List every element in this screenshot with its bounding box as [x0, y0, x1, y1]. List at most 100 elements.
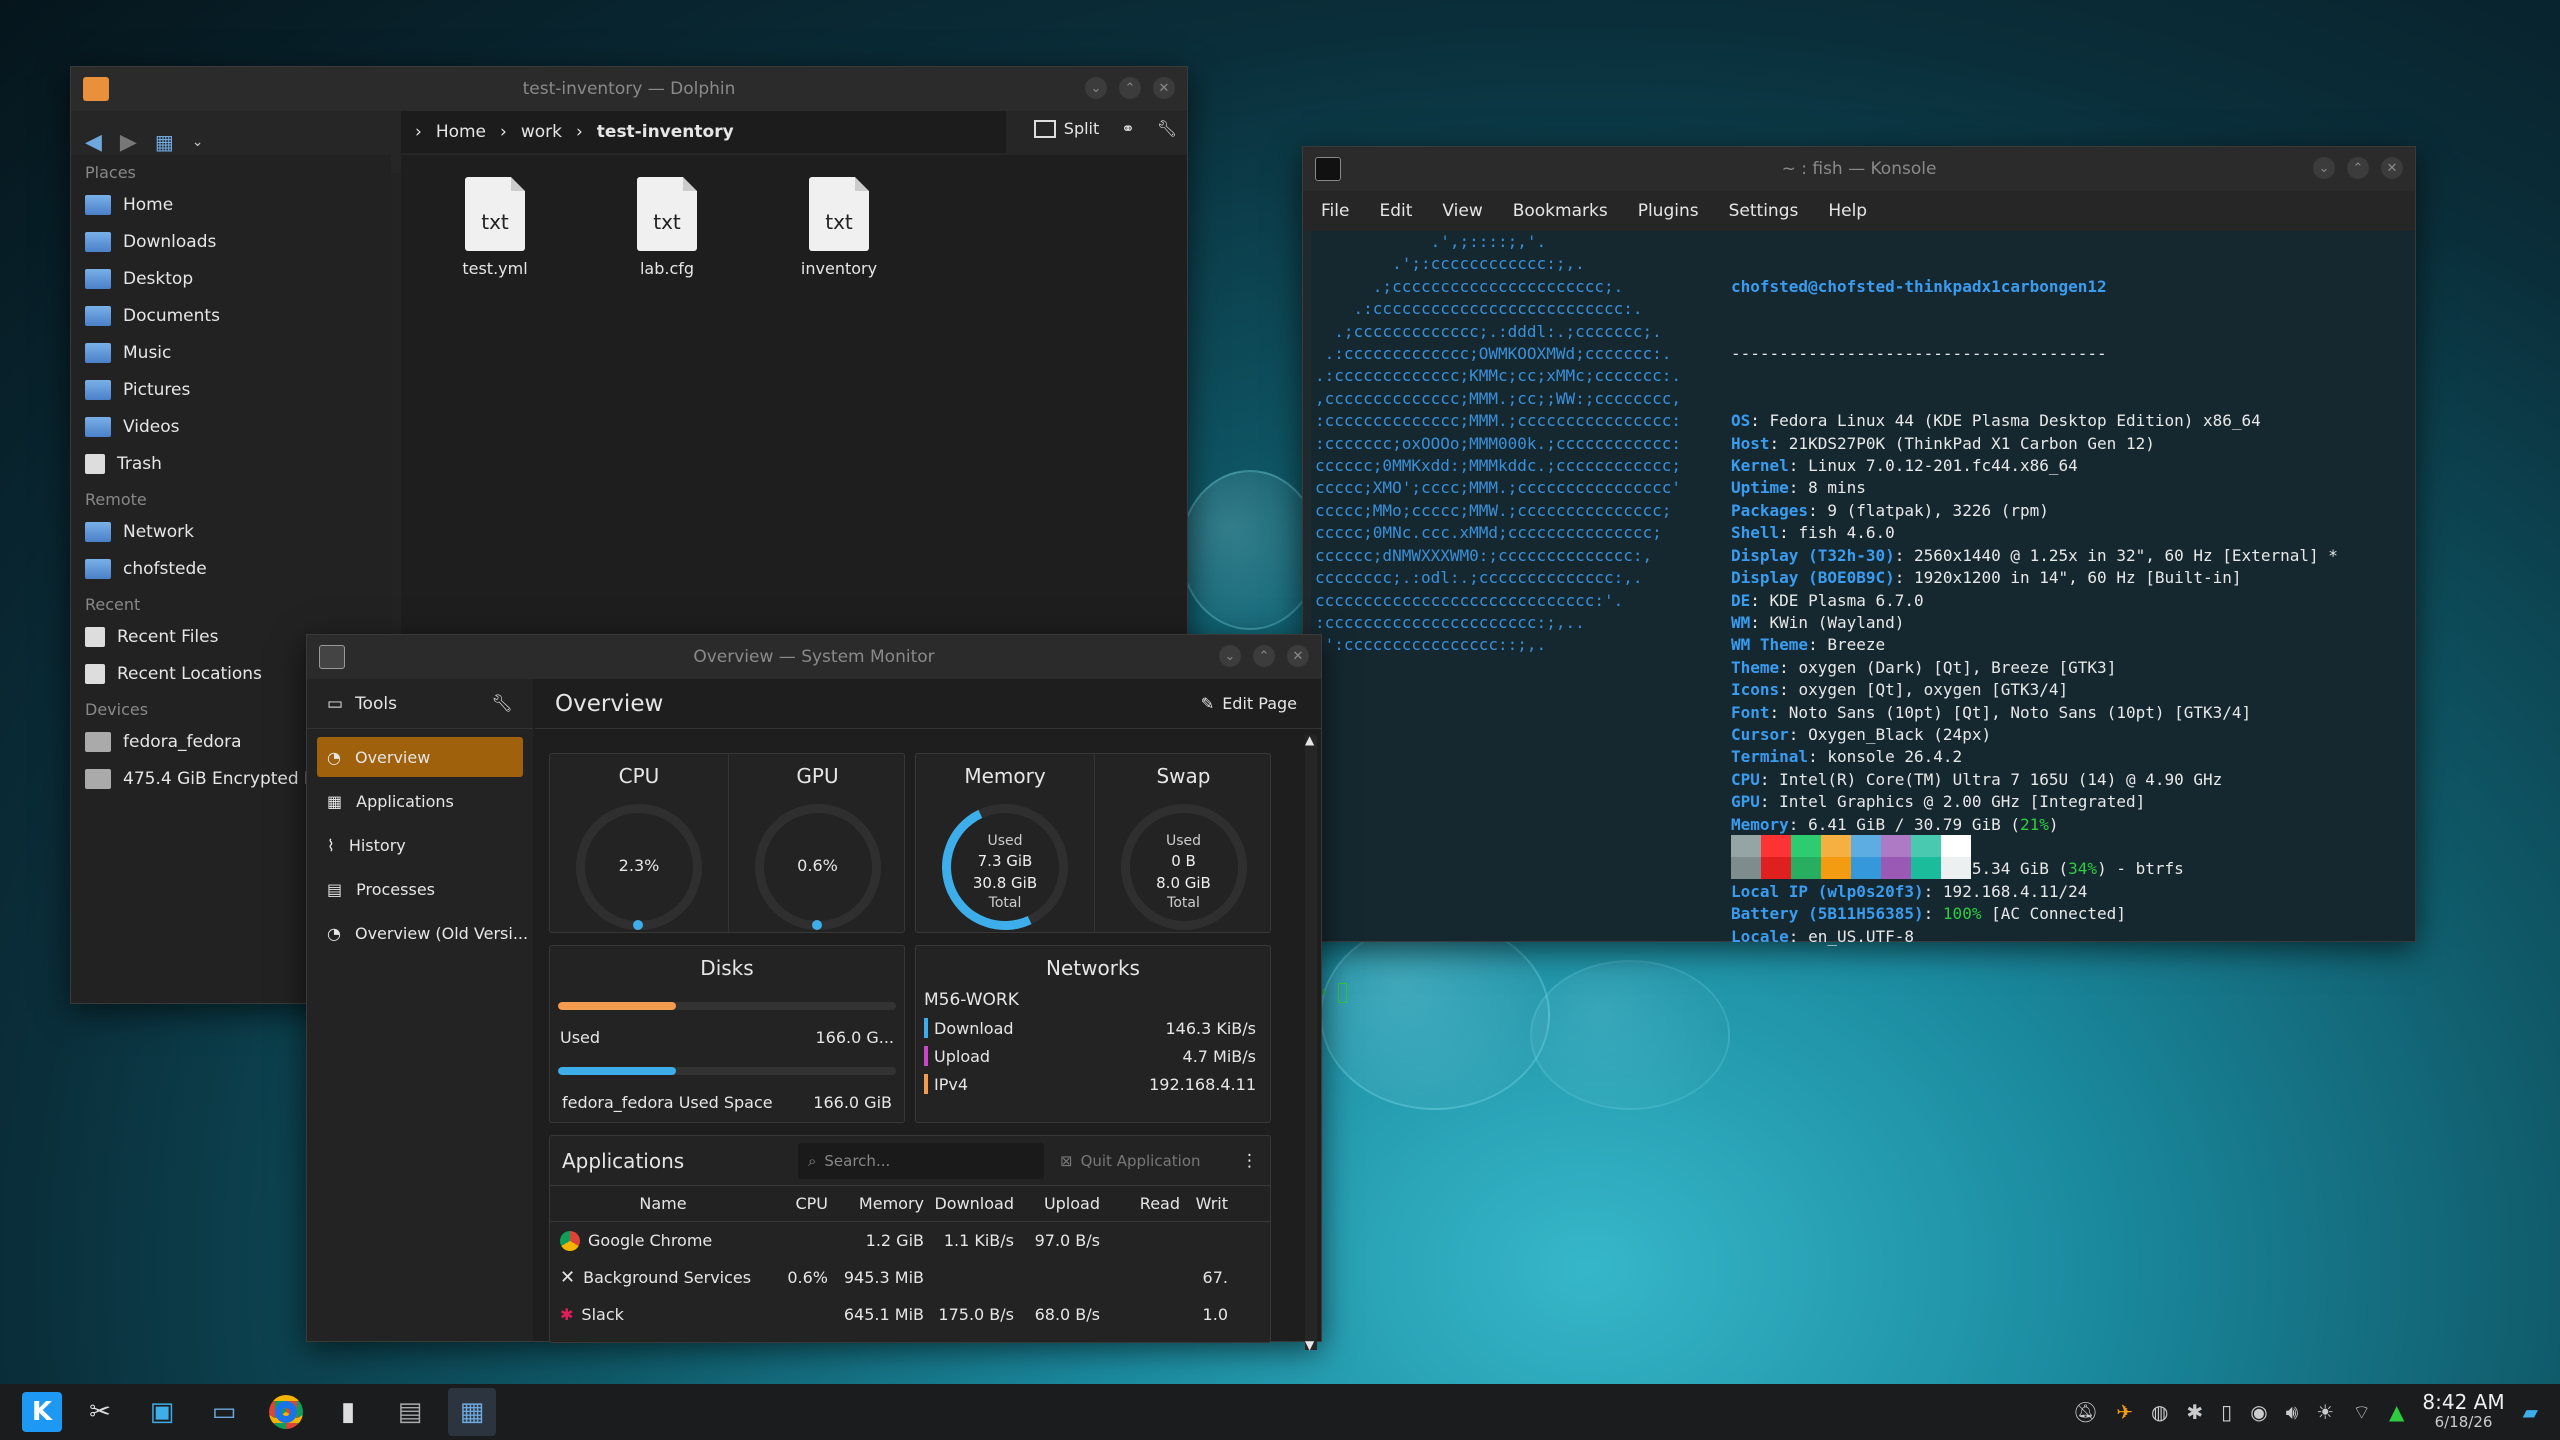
- column-header[interactable]: Download: [932, 1194, 1022, 1213]
- binoculars-icon[interactable]: ⚭: [1121, 119, 1134, 138]
- tools-icon[interactable]: ✂: [76, 1388, 124, 1436]
- scroll-down-icon[interactable]: ▼: [1305, 1338, 1314, 1352]
- dolphin-titlebar[interactable]: test-inventory — Dolphin ⌄ ⌃ ✕: [71, 67, 1187, 111]
- menu-bookmarks[interactable]: Bookmarks: [1513, 201, 1608, 221]
- breadcrumb-home[interactable]: Home: [436, 122, 486, 142]
- sidebar-item-downloads[interactable]: Downloads: [71, 223, 391, 260]
- color-swatch: [1881, 835, 1911, 857]
- menu-view[interactable]: View: [1442, 201, 1482, 221]
- table-row[interactable]: ✱ Slack 645.1 MiB 175.0 B/s 68.0 B/s 1.0: [550, 1296, 1270, 1333]
- breadcrumb-current[interactable]: test-inventory: [597, 122, 734, 142]
- sidebar-item-chofstede[interactable]: chofstede: [71, 550, 391, 587]
- sidebar-item-label: Trash: [117, 453, 162, 474]
- table-row[interactable]: Google Chrome 1.2 GiB 1.1 KiB/s 97.0 B/s: [550, 1222, 1270, 1259]
- more-options-icon[interactable]: ⋮: [1241, 1151, 1258, 1171]
- chevron-right-icon[interactable]: ›: [415, 122, 422, 142]
- menu-file[interactable]: File: [1321, 201, 1349, 221]
- clipboard-icon[interactable]: ▯: [2221, 1400, 2232, 1424]
- system-monitor-window[interactable]: Overview — System Monitor ⌄ ⌃ ✕ ▭ Tools …: [306, 634, 1322, 1352]
- sysmon-titlebar[interactable]: Overview — System Monitor ⌄ ⌃ ✕: [307, 635, 1321, 679]
- chevron-down-icon[interactable]: ⌄: [192, 134, 204, 150]
- sidebar-item-music[interactable]: Music: [71, 334, 391, 371]
- dolphin-icon[interactable]: ▭: [200, 1388, 248, 1436]
- scrollbar[interactable]: ▲ ▼: [1305, 733, 1317, 1352]
- menu-settings[interactable]: Settings: [1729, 201, 1799, 221]
- sidebar-item-pictures[interactable]: Pictures: [71, 371, 391, 408]
- forward-arrow-icon[interactable]: ▶︎: [120, 130, 137, 155]
- quit-application-button[interactable]: ⊠ Quit Application: [1060, 1152, 1225, 1170]
- globe-icon[interactable]: ◍: [2151, 1400, 2168, 1424]
- konsole-icon[interactable]: ▮: [324, 1388, 372, 1436]
- chrome-icon[interactable]: [262, 1388, 310, 1436]
- maximize-button[interactable]: ⌃: [1253, 645, 1275, 667]
- terminal-output[interactable]: .',;::::;,'. .';:cccccccccccc:;,. .;cccc…: [1311, 231, 2415, 1003]
- volume-icon[interactable]: 🔊︎: [2286, 1400, 2299, 1424]
- sidebar-item-trash[interactable]: Trash: [71, 445, 391, 482]
- nav-processes[interactable]: ▤ Processes: [317, 869, 523, 909]
- speedometer-icon: ◔: [327, 923, 341, 943]
- show-desktop-icon[interactable]: ▰: [2523, 1400, 2538, 1424]
- column-header[interactable]: CPU: [766, 1194, 836, 1213]
- sidebar-item-home[interactable]: Home: [71, 186, 391, 223]
- network-status-icon[interactable]: ▲: [2389, 1400, 2404, 1424]
- nav-overview[interactable]: ◔ Overview: [317, 737, 523, 777]
- column-header[interactable]: Read: [1108, 1194, 1188, 1213]
- back-arrow-icon[interactable]: ◀︎: [85, 130, 102, 155]
- slack-tray-icon[interactable]: ✱: [2186, 1400, 2203, 1424]
- discover-store-icon[interactable]: ▣: [138, 1388, 186, 1436]
- konsole-titlebar[interactable]: ~ : fish — Konsole ⌄ ⌃ ✕: [1303, 147, 2415, 191]
- minimize-button[interactable]: ⌄: [1085, 77, 1107, 99]
- minimize-button[interactable]: ⌄: [1219, 645, 1241, 667]
- tools-header[interactable]: ▭ Tools 🔧︎: [307, 679, 533, 729]
- wifi-icon[interactable]: ⌔: [2352, 1400, 2371, 1425]
- clock[interactable]: 8:42 AM 6/18/26: [2422, 1392, 2504, 1432]
- app-write: 67.: [1202, 1268, 1228, 1287]
- close-button[interactable]: ✕: [1287, 645, 1309, 667]
- close-button[interactable]: ✕: [2381, 157, 2403, 179]
- file-item[interactable]: txt lab.cfg: [607, 177, 727, 278]
- media-icon[interactable]: ◉: [2250, 1400, 2267, 1424]
- file-item[interactable]: txt inventory: [779, 177, 899, 278]
- brightness-icon[interactable]: ☀: [2316, 1400, 2334, 1424]
- scroll-up-icon[interactable]: ▲: [1305, 733, 1314, 747]
- file-item[interactable]: txt test.yml: [435, 177, 555, 278]
- gpu-label: GPU: [796, 764, 839, 788]
- desktop-icon[interactable]: ▦: [448, 1388, 496, 1436]
- grid-icon: ▦: [327, 791, 343, 811]
- minimize-button[interactable]: ⌄: [2313, 157, 2335, 179]
- sidebar-item-documents[interactable]: Documents: [71, 297, 391, 334]
- menu-plugins[interactable]: Plugins: [1638, 201, 1699, 221]
- menu-edit[interactable]: Edit: [1379, 201, 1412, 221]
- breadcrumb[interactable]: › Home › work › test-inventory: [401, 111, 1006, 153]
- nav-overview-old[interactable]: ◔ Overview (Old Versi...: [317, 913, 528, 953]
- maximize-button[interactable]: ⌃: [2347, 157, 2369, 179]
- sidebar-item-videos[interactable]: Videos: [71, 408, 391, 445]
- column-header[interactable]: Name: [550, 1194, 766, 1213]
- sidebar-item-desktop[interactable]: Desktop: [71, 260, 391, 297]
- breadcrumb-work[interactable]: work: [521, 122, 562, 142]
- shell-prompt[interactable]: ›: [1319, 981, 1348, 1003]
- wrench-icon[interactable]: 🔧︎: [1157, 119, 1177, 138]
- wrench-icon[interactable]: 🔧︎: [491, 694, 513, 714]
- column-header[interactable]: Memory: [836, 1194, 932, 1213]
- remote-folder-icon: [85, 558, 111, 579]
- close-button[interactable]: ✕: [1153, 77, 1175, 99]
- notifications-icon[interactable]: 🔕︎: [2073, 1400, 2098, 1424]
- column-header[interactable]: Upload: [1022, 1194, 1108, 1213]
- nav-history[interactable]: ⌇ History: [317, 825, 523, 865]
- system-monitor-icon[interactable]: ▤: [386, 1388, 434, 1436]
- edit-page-button[interactable]: ✎ Edit Page: [1201, 694, 1297, 713]
- menu-help[interactable]: Help: [1828, 201, 1867, 221]
- plane-icon[interactable]: ✈: [2116, 1400, 2133, 1424]
- info-value: oxygen (Dark) [Qt], Breeze [GTK3]: [1798, 657, 2117, 677]
- split-button[interactable]: Split: [1033, 119, 1099, 138]
- sidebar-item-network[interactable]: Network: [71, 513, 391, 550]
- app-launcher-icon[interactable]: K: [22, 1392, 62, 1432]
- table-row[interactable]: ✕ Background Services 0.6% 945.3 MiB 67.: [550, 1259, 1270, 1296]
- konsole-window[interactable]: ~ : fish — Konsole ⌄ ⌃ ✕ File Edit View …: [1302, 146, 2416, 1003]
- search-input[interactable]: ⌕ Search...: [798, 1142, 1044, 1179]
- column-header[interactable]: Writ: [1188, 1194, 1228, 1213]
- view-mode-icon[interactable]: ▦: [155, 130, 174, 154]
- nav-applications[interactable]: ▦ Applications: [317, 781, 523, 821]
- maximize-button[interactable]: ⌃: [1119, 77, 1141, 99]
